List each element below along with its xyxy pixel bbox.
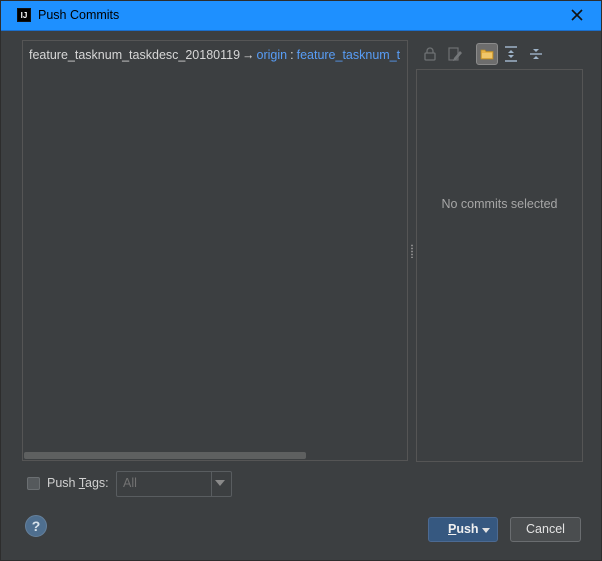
show-files-button[interactable]: [476, 43, 498, 65]
remote-target-separator: :: [290, 48, 294, 62]
intellij-logo-icon: IJ: [17, 8, 31, 22]
collapse-all-button[interactable]: [525, 43, 547, 65]
tags-select-value: All: [123, 476, 137, 490]
lock-icon: [424, 47, 436, 61]
edit-button[interactable]: [444, 43, 466, 65]
select-divider: [211, 472, 212, 496]
no-commits-message: No commits selected: [441, 197, 558, 211]
push-tags-label: Push Tags:: [47, 476, 109, 490]
expand-all-button[interactable]: [500, 43, 522, 65]
commit-details-panel: No commits selected: [416, 69, 583, 462]
close-icon: [571, 9, 583, 21]
dialog-title: Push Commits: [38, 8, 120, 22]
push-tags-checkbox[interactable]: [27, 477, 40, 490]
collapse-all-icon: [530, 49, 542, 59]
target-branch-link[interactable]: feature_tasknum_t: [297, 48, 401, 62]
cancel-button[interactable]: Cancel: [510, 517, 581, 542]
push-tags-label-suffix: ags:: [85, 476, 109, 490]
details-toolbar: [419, 43, 569, 67]
push-dropdown-chevron-icon: [482, 528, 490, 533]
push-button-label-rest: ush: [456, 522, 479, 536]
horizontal-scrollbar[interactable]: [24, 452, 306, 459]
commit-tree-panel[interactable]: feature_tasknum_taskdesc_20180119 → origin…: [22, 40, 408, 461]
push-button-label: Push: [448, 522, 479, 536]
push-button[interactable]: Push: [428, 517, 498, 542]
push-arrow-icon: →: [242, 48, 255, 62]
push-tags-select[interactable]: All: [116, 471, 232, 497]
lock-button[interactable]: [419, 43, 441, 65]
close-button[interactable]: [569, 7, 585, 23]
splitter-handle[interactable]: [410, 244, 414, 258]
push-tags-label-prefix: Push: [47, 476, 79, 490]
chevron-down-icon: [215, 480, 225, 486]
remote-link[interactable]: origin: [257, 48, 288, 62]
source-branch-label: feature_tasknum_taskdesc_20180119: [29, 48, 241, 62]
branch-push-row[interactable]: feature_tasknum_taskdesc_20180119 → origin…: [29, 46, 407, 64]
folder-icon: [480, 49, 494, 60]
title-bar: IJ Push Commits: [1, 1, 601, 31]
expand-all-icon: [505, 46, 517, 62]
push-commits-dialog: IJ Push Commits feature_tasknum_taskdesc…: [0, 0, 602, 561]
help-button[interactable]: ?: [25, 515, 47, 537]
edit-icon: [448, 47, 462, 61]
